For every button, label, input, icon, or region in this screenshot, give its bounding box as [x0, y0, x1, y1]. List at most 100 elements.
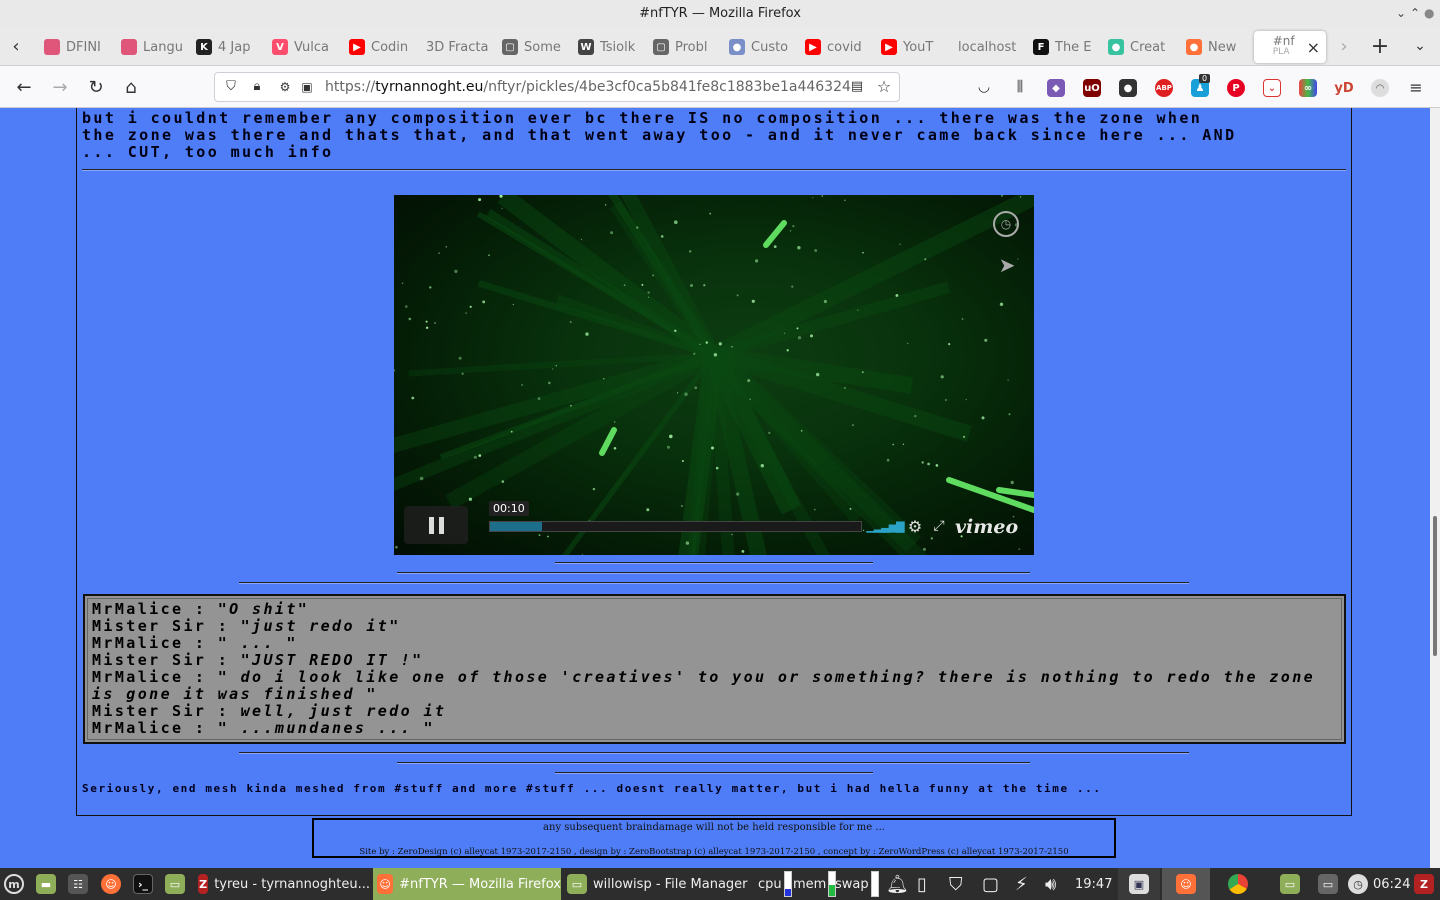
files-launcher[interactable]: ▭	[165, 868, 185, 900]
pause-button[interactable]	[404, 506, 468, 544]
star-particle	[930, 537, 933, 540]
star-particle	[461, 372, 464, 375]
extension-rainbow-icon[interactable]: ∞	[1299, 79, 1317, 97]
ublock-origin-icon[interactable]: uO	[1083, 79, 1101, 97]
star-particle	[736, 294, 739, 297]
tab-7[interactable]: ▢ Some	[502, 31, 570, 63]
pocket-save-icon[interactable]: ⌄	[1263, 79, 1281, 97]
star-particle	[636, 226, 639, 229]
tab-4[interactable]: V Vulca	[272, 31, 340, 63]
tab-scroll-left-icon[interactable]: ‹	[6, 35, 26, 57]
clock-primary[interactable]: 19:47	[1075, 868, 1112, 900]
taskbar-thumb-chrome[interactable]	[1214, 868, 1262, 900]
swap-monitor[interactable]: swap	[835, 868, 879, 900]
speaker-name: MrMalice :	[92, 668, 218, 686]
home-icon[interactable]: ⌂	[119, 75, 143, 99]
terminal-launcher[interactable]: ›_	[133, 868, 153, 900]
clock-widget-icon[interactable]: ◷	[1348, 868, 1368, 900]
video-progress-bar[interactable]	[489, 521, 862, 532]
scrollbar-thumb[interactable]	[1433, 516, 1437, 656]
mem-monitor[interactable]: mem	[793, 868, 837, 900]
tracking-protection-icon[interactable]: ⛉	[223, 79, 239, 95]
tab-16[interactable]: ● New	[1186, 31, 1254, 63]
watch-later-icon[interactable]: ◷	[993, 211, 1019, 237]
hamburger-menu-icon[interactable]: ≡	[1406, 77, 1426, 97]
tab-1[interactable]: DFINI	[44, 31, 112, 63]
reader-view-icon[interactable]: ▤	[849, 79, 865, 95]
tab-3[interactable]: K 4 Jap	[196, 31, 264, 63]
notifications-icon[interactable]: 🔔︎	[886, 868, 909, 900]
tab-close-icon[interactable]: ×	[1307, 38, 1320, 57]
taskbar-thumb-files[interactable]: ▭	[1266, 868, 1314, 900]
star-particle	[852, 424, 854, 426]
clock-secondary[interactable]: 06:24	[1373, 868, 1410, 900]
url-text[interactable]: https://tyrnannoght.eu/nftyr/pickles/4be…	[325, 73, 851, 101]
star-particle	[419, 476, 424, 481]
maximize-button[interactable]: ⌃	[1410, 0, 1420, 27]
taskbar-window-2[interactable]: ☺ #nfTYR — Mozilla Firefox	[373, 868, 561, 900]
bookmark-star-icon[interactable]: ☆	[875, 77, 893, 96]
tab-11[interactable]: ▶ covid	[805, 31, 873, 63]
autoplay-blocked-icon[interactable]: ▣	[299, 79, 315, 95]
new-tab-icon[interactable]: +	[1368, 34, 1392, 59]
permissions-icon[interactable]: ⚙	[277, 79, 293, 95]
close-window-button[interactable]: ●	[1424, 0, 1434, 27]
tab-scroll-right-icon[interactable]: ›	[1336, 35, 1352, 57]
firefox-launcher[interactable]: ☺	[101, 868, 121, 900]
page-scrollbar[interactable]	[1430, 108, 1440, 868]
minimize-button[interactable]: ⌄	[1396, 0, 1406, 27]
volume-icon[interactable]: ▁▂▃▅▇	[866, 519, 904, 533]
youtube-downloader-icon[interactable]: yD	[1333, 79, 1355, 97]
start-menu-button[interactable]: m	[4, 868, 24, 900]
control-center-launcher[interactable]: ☷	[68, 868, 88, 900]
library-icon[interactable]: ⫼	[1010, 77, 1030, 97]
volume-tray-icon[interactable]: 🔊︎	[1045, 868, 1056, 900]
extension-cube-icon[interactable]: ◆	[1047, 79, 1065, 97]
url-bar[interactable]: ⛉ 🔒︎ ⚙ ▣ https://tyrnannoght.eu/nftyr/pi…	[214, 72, 900, 102]
tab-14[interactable]: F The E	[1033, 31, 1101, 63]
taskbar-window-1[interactable]: Ztyreu - tyrnannoghteu...	[194, 868, 370, 900]
tab-6[interactable]: 3D Fracta	[426, 31, 494, 63]
power-icon[interactable]: ⚡	[1015, 868, 1028, 900]
filezilla-tray[interactable]: Z	[1414, 868, 1434, 900]
show-desktop-button[interactable]: ▬	[36, 868, 56, 900]
taskbar-thumb-firefox[interactable]: ☺	[1162, 868, 1210, 900]
pocket-icon[interactable]: ◡	[974, 77, 994, 97]
tab-active[interactable]: #nf PLA ×	[1254, 31, 1326, 63]
tab-13[interactable]: localhost	[958, 31, 1026, 63]
taskbar-window-3[interactable]: ▭ willowisp - File Manager	[563, 868, 753, 900]
tab-favicon-icon: ●	[1108, 39, 1124, 55]
adblock-plus-icon[interactable]: ABP	[1155, 79, 1173, 97]
back-icon[interactable]: ←	[12, 75, 36, 99]
settings-gear-icon[interactable]: ⚙	[906, 517, 924, 536]
dialogue-line: MrMalice : "O shit"	[92, 601, 1337, 618]
tab-8[interactable]: W Tsiolk	[578, 31, 646, 63]
forward-icon[interactable]: →	[48, 75, 72, 99]
tab-5[interactable]: ▶ Codin	[349, 31, 417, 63]
lock-icon[interactable]: 🔒︎	[249, 79, 265, 95]
pinterest-icon[interactable]: P	[1227, 79, 1245, 97]
star-particle	[395, 545, 398, 549]
star-particle	[857, 309, 859, 311]
fullscreen-icon[interactable]: ⤢	[930, 517, 948, 535]
tab-15[interactable]: ● Creat	[1108, 31, 1176, 63]
taskbar-thumb-1[interactable]: ▣	[1118, 868, 1160, 900]
account-icon[interactable]: ◠	[1371, 79, 1389, 97]
workspace-switcher[interactable]: ▭	[1318, 868, 1338, 900]
cpu-monitor[interactable]: cpu	[758, 868, 792, 900]
shield-icon[interactable]: ⛉	[949, 868, 963, 900]
vimeo-logo[interactable]: vimeo	[955, 516, 1018, 538]
tab-favicon-icon: ●	[729, 39, 745, 55]
share-icon[interactable]: ➤	[994, 252, 1020, 278]
star-particle	[965, 398, 967, 401]
reload-icon[interactable]: ↻	[84, 75, 108, 99]
list-all-tabs-icon[interactable]: ⌄	[1408, 34, 1432, 58]
tab-12[interactable]: ▶ YouT	[881, 31, 949, 63]
extension-dots-icon[interactable]: ●	[1119, 79, 1137, 97]
tab-9[interactable]: ▢ Probl	[653, 31, 721, 63]
site-footer: any subsequent braindamage will not be h…	[312, 818, 1116, 858]
clipboard-icon[interactable]: ▯	[917, 868, 927, 900]
window-list-icon[interactable]: ▢	[982, 868, 999, 900]
tab-10[interactable]: ● Custo	[729, 31, 797, 63]
tab-2[interactable]: Langu	[121, 31, 189, 63]
